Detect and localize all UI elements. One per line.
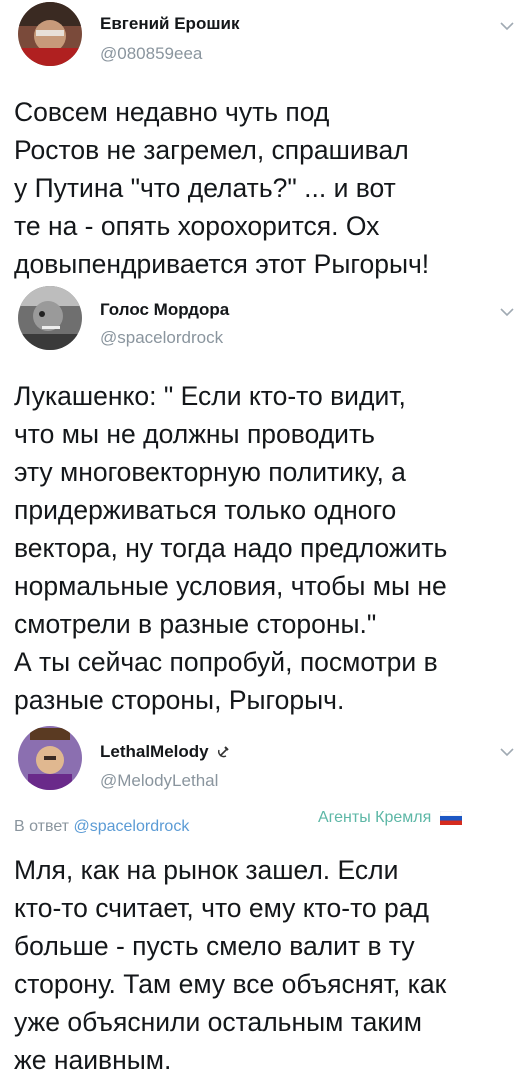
avatar-photo-icon: [18, 726, 82, 790]
reply-prefix: В ответ: [14, 818, 70, 835]
reply-to-line: В ответ @spacelordrock: [14, 818, 189, 836]
tweet-text: Лукашенко: " Если кто-то видит, что мы н…: [14, 381, 448, 715]
chevron-down-icon[interactable]: [500, 22, 514, 31]
author-name-text: LethalMelody: [100, 742, 209, 761]
chevron-down-icon[interactable]: [500, 748, 514, 757]
avatar[interactable]: [18, 2, 82, 66]
russian-flag-icon: [439, 810, 462, 825]
author-name[interactable]: Голос Мордора: [100, 300, 229, 320]
watermark: Агенты Кремля: [318, 809, 462, 827]
tweet-text: Совсем недавно чуть под Ростов не загрем…: [14, 97, 430, 279]
avatar[interactable]: [18, 286, 82, 350]
avatar-photo-icon: [18, 2, 82, 66]
reply-handle-link[interactable]: @spacelordrock: [73, 818, 189, 835]
avatar[interactable]: [18, 726, 82, 790]
avatar-photo-icon: [18, 286, 82, 350]
tweet-text: Мля, как на рынок зашел. Если кто-то счи…: [14, 855, 447, 1075]
watermark-text: Агенты Кремля: [318, 809, 432, 826]
author-name[interactable]: LethalMelody: [100, 742, 231, 762]
author-handle[interactable]: @spacelordrock: [100, 328, 223, 348]
author-name[interactable]: Евгений Ерошик: [100, 14, 239, 34]
chevron-down-icon[interactable]: [500, 308, 514, 317]
author-handle[interactable]: @080859eea: [100, 44, 202, 64]
hammer-sickle-icon: [218, 746, 230, 758]
tweet-1: Евгений Ерошик @080859eea Совсем недавно…: [0, 0, 532, 292]
tweet-2: Голос Мордора @spacelordrock Лукашенко: …: [0, 283, 532, 723]
author-handle[interactable]: @MelodyLethal: [100, 771, 218, 791]
tweet-3: LethalMelody @MelodyLethal В ответ @spac…: [0, 723, 532, 1080]
